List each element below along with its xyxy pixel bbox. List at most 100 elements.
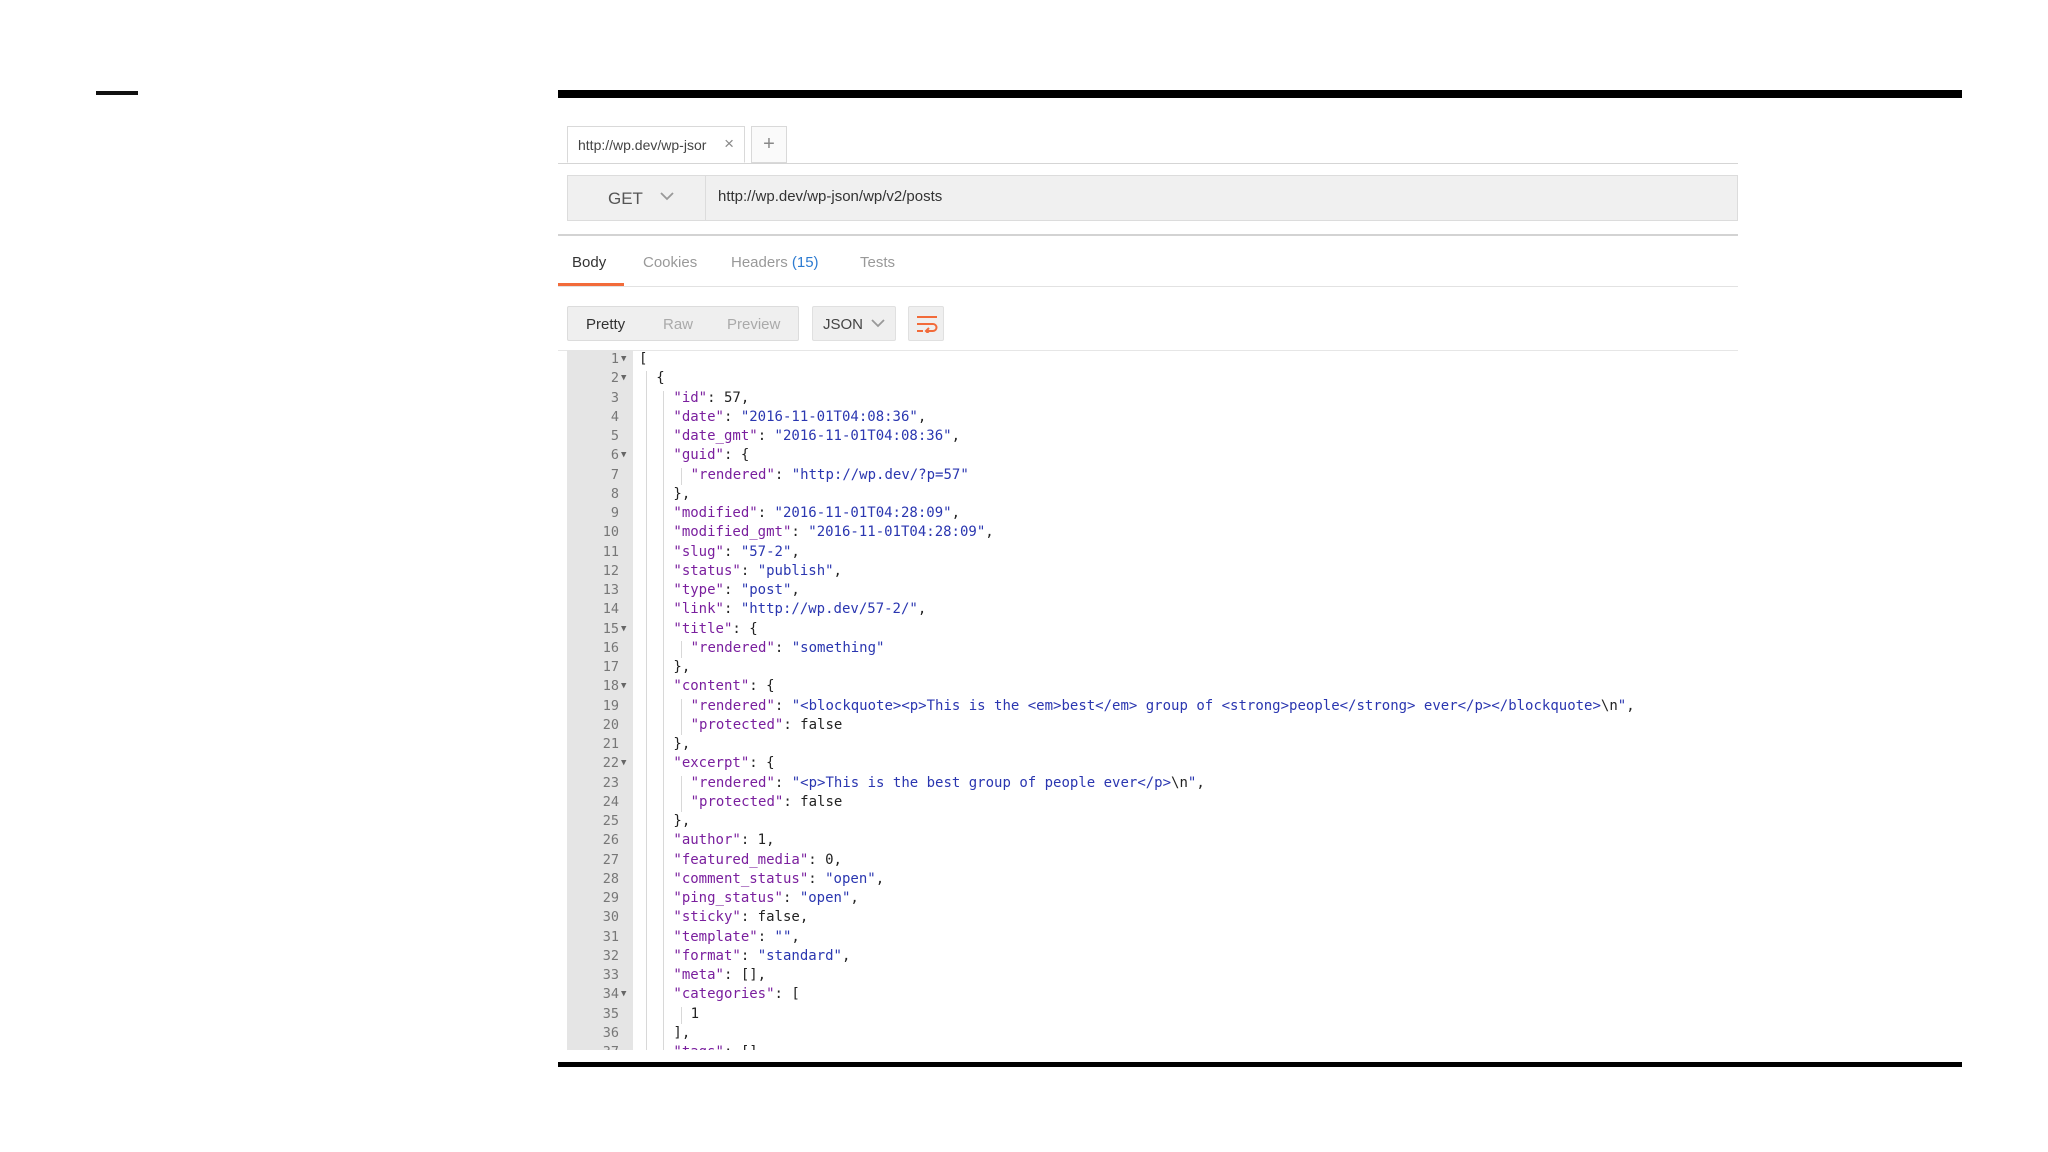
json-string: "standard" (757, 947, 842, 964)
json-token: , (1626, 697, 1635, 714)
line-number: 22 (602, 755, 619, 772)
code-line: 11 "slug": "57-2", (567, 543, 1738, 562)
fold-toggle-icon[interactable]: ▼ (621, 350, 626, 369)
json-key: "slug" (673, 543, 724, 560)
pretty-button[interactable]: Pretty (586, 316, 625, 333)
new-tab-button[interactable]: + (751, 126, 787, 163)
code-line: 24 "protected": false (567, 793, 1738, 812)
json-token: : (757, 505, 775, 521)
code-line: 31 "template": "", (567, 928, 1738, 947)
code-line: 21}, (567, 735, 1738, 754)
method-select[interactable]: GET (568, 176, 706, 220)
raw-button[interactable]: Raw (663, 316, 693, 333)
code-text: "author": 1, (673, 831, 774, 850)
json-key: "id" (673, 389, 708, 406)
preview-button[interactable]: Preview (727, 316, 780, 333)
code-text: "excerpt": { (673, 754, 774, 773)
json-key: "featured_media" (673, 851, 809, 868)
fold-toggle-icon[interactable]: ▼ (621, 620, 626, 639)
code-text: "content": { (673, 677, 774, 696)
code-line: 26 "author": 1, (567, 831, 1738, 850)
line-number: 9 (610, 505, 619, 521)
request-tab-strip: http://wp.dev/wp-jsor × + (558, 126, 1738, 164)
format-label: JSON (823, 316, 864, 333)
code-text: "rendered": "<p>This is the best group o… (691, 774, 1205, 793)
request-tab[interactable]: http://wp.dev/wp-jsor × (567, 126, 745, 163)
fold-toggle-icon[interactable]: ▼ (621, 677, 626, 696)
json-string: "open" (825, 870, 876, 887)
line-number: 15 (602, 620, 619, 637)
code-text: "comment_status": "open", (673, 870, 884, 889)
format-select[interactable]: JSON (812, 306, 896, 341)
top-rule (558, 90, 1962, 98)
json-key: "meta" (673, 967, 724, 983)
code-line: 8}, (567, 485, 1738, 504)
code-line: 12 "status": "publish", (567, 562, 1738, 581)
json-token: , (951, 505, 960, 521)
line-number: 16 (602, 639, 619, 656)
fold-toggle-icon[interactable]: ▼ (621, 369, 626, 388)
json-token: : [ (774, 986, 800, 1003)
json-token: : (791, 524, 809, 541)
code-line: 25}, (567, 812, 1738, 831)
json-key: "guid" (673, 447, 724, 464)
json-key: "categories" (673, 986, 775, 1003)
close-icon[interactable]: × (724, 134, 734, 154)
code-text: }, (673, 658, 690, 677)
json-string: "2016-11-01T04:28:09" (808, 524, 986, 541)
json-token: : [], (723, 967, 767, 983)
tab-tests[interactable]: Tests (860, 254, 895, 271)
chevron-down-icon (871, 319, 885, 328)
json-string: "57-2" (740, 543, 792, 560)
line-number: 35 (602, 1005, 619, 1022)
fold-toggle-icon[interactable]: ▼ (621, 754, 626, 773)
code-text: "sticky": false, (673, 908, 808, 927)
slide-dash (96, 91, 138, 95)
request-tab-label: http://wp.dev/wp-jsor (578, 137, 707, 153)
code-text: }, (673, 485, 690, 504)
chevron-down-icon (660, 192, 674, 201)
json-token: : { (749, 678, 775, 695)
code-text: "rendered": "<blockquote><p>This is the … (691, 697, 1635, 716)
bottom-rule (558, 1062, 1962, 1067)
json-token: , (791, 582, 800, 598)
code-line: 28 "comment_status": "open", (567, 870, 1738, 889)
code-text: "guid": { (673, 446, 749, 465)
json-key: "excerpt" (673, 755, 750, 772)
code-line: 4 "date": "2016-11-01T04:08:36", (567, 408, 1738, 427)
line-number: 5 (610, 428, 619, 444)
json-key: "link" (673, 601, 724, 618)
json-key: "rendered" (690, 774, 775, 791)
json-token: [ (639, 351, 648, 367)
tab-body[interactable]: Body (572, 254, 606, 271)
url-bar: GET http://wp.dev/wp-json/wp/v2/posts (567, 175, 1738, 221)
json-token: : false, (740, 909, 809, 926)
json-token: : (757, 928, 775, 945)
json-token: : 1, (740, 832, 775, 849)
json-token: : (774, 639, 792, 656)
fold-toggle-icon[interactable]: ▼ (621, 446, 626, 465)
json-key: "modified" (673, 505, 758, 521)
tab-cookies[interactable]: Cookies (643, 254, 697, 271)
line-number: 26 (602, 832, 619, 849)
response-body-viewer[interactable]: 1 ▼[2 ▼{3 "id": 57, 4 "date": "2016-11-01T04:… (567, 350, 1738, 1050)
json-token: }, (673, 659, 691, 675)
json-token: : (723, 408, 741, 425)
code-text: }, (673, 812, 690, 831)
json-token: : false (783, 716, 843, 733)
line-number: 2 (610, 370, 619, 387)
code-line: 10 "modified_gmt": "2016-11-01T04:28:09", (567, 523, 1738, 542)
fold-toggle-icon[interactable]: ▼ (621, 985, 626, 1004)
json-token: : { (749, 755, 775, 772)
json-token: : { (723, 447, 750, 464)
url-input[interactable]: http://wp.dev/wp-json/wp/v2/posts (718, 188, 942, 205)
tab-headers[interactable]: Headers (15) (731, 254, 819, 271)
line-number: 4 (610, 408, 619, 425)
line-number: 13 (602, 582, 619, 598)
code-text: "protected": false (691, 793, 843, 812)
json-token: \n (1600, 697, 1618, 714)
json-key: "date_gmt" (673, 428, 758, 444)
json-token: : (808, 870, 826, 887)
wrap-lines-button[interactable] (908, 306, 944, 341)
code-text: "tags": [], (673, 1043, 766, 1050)
